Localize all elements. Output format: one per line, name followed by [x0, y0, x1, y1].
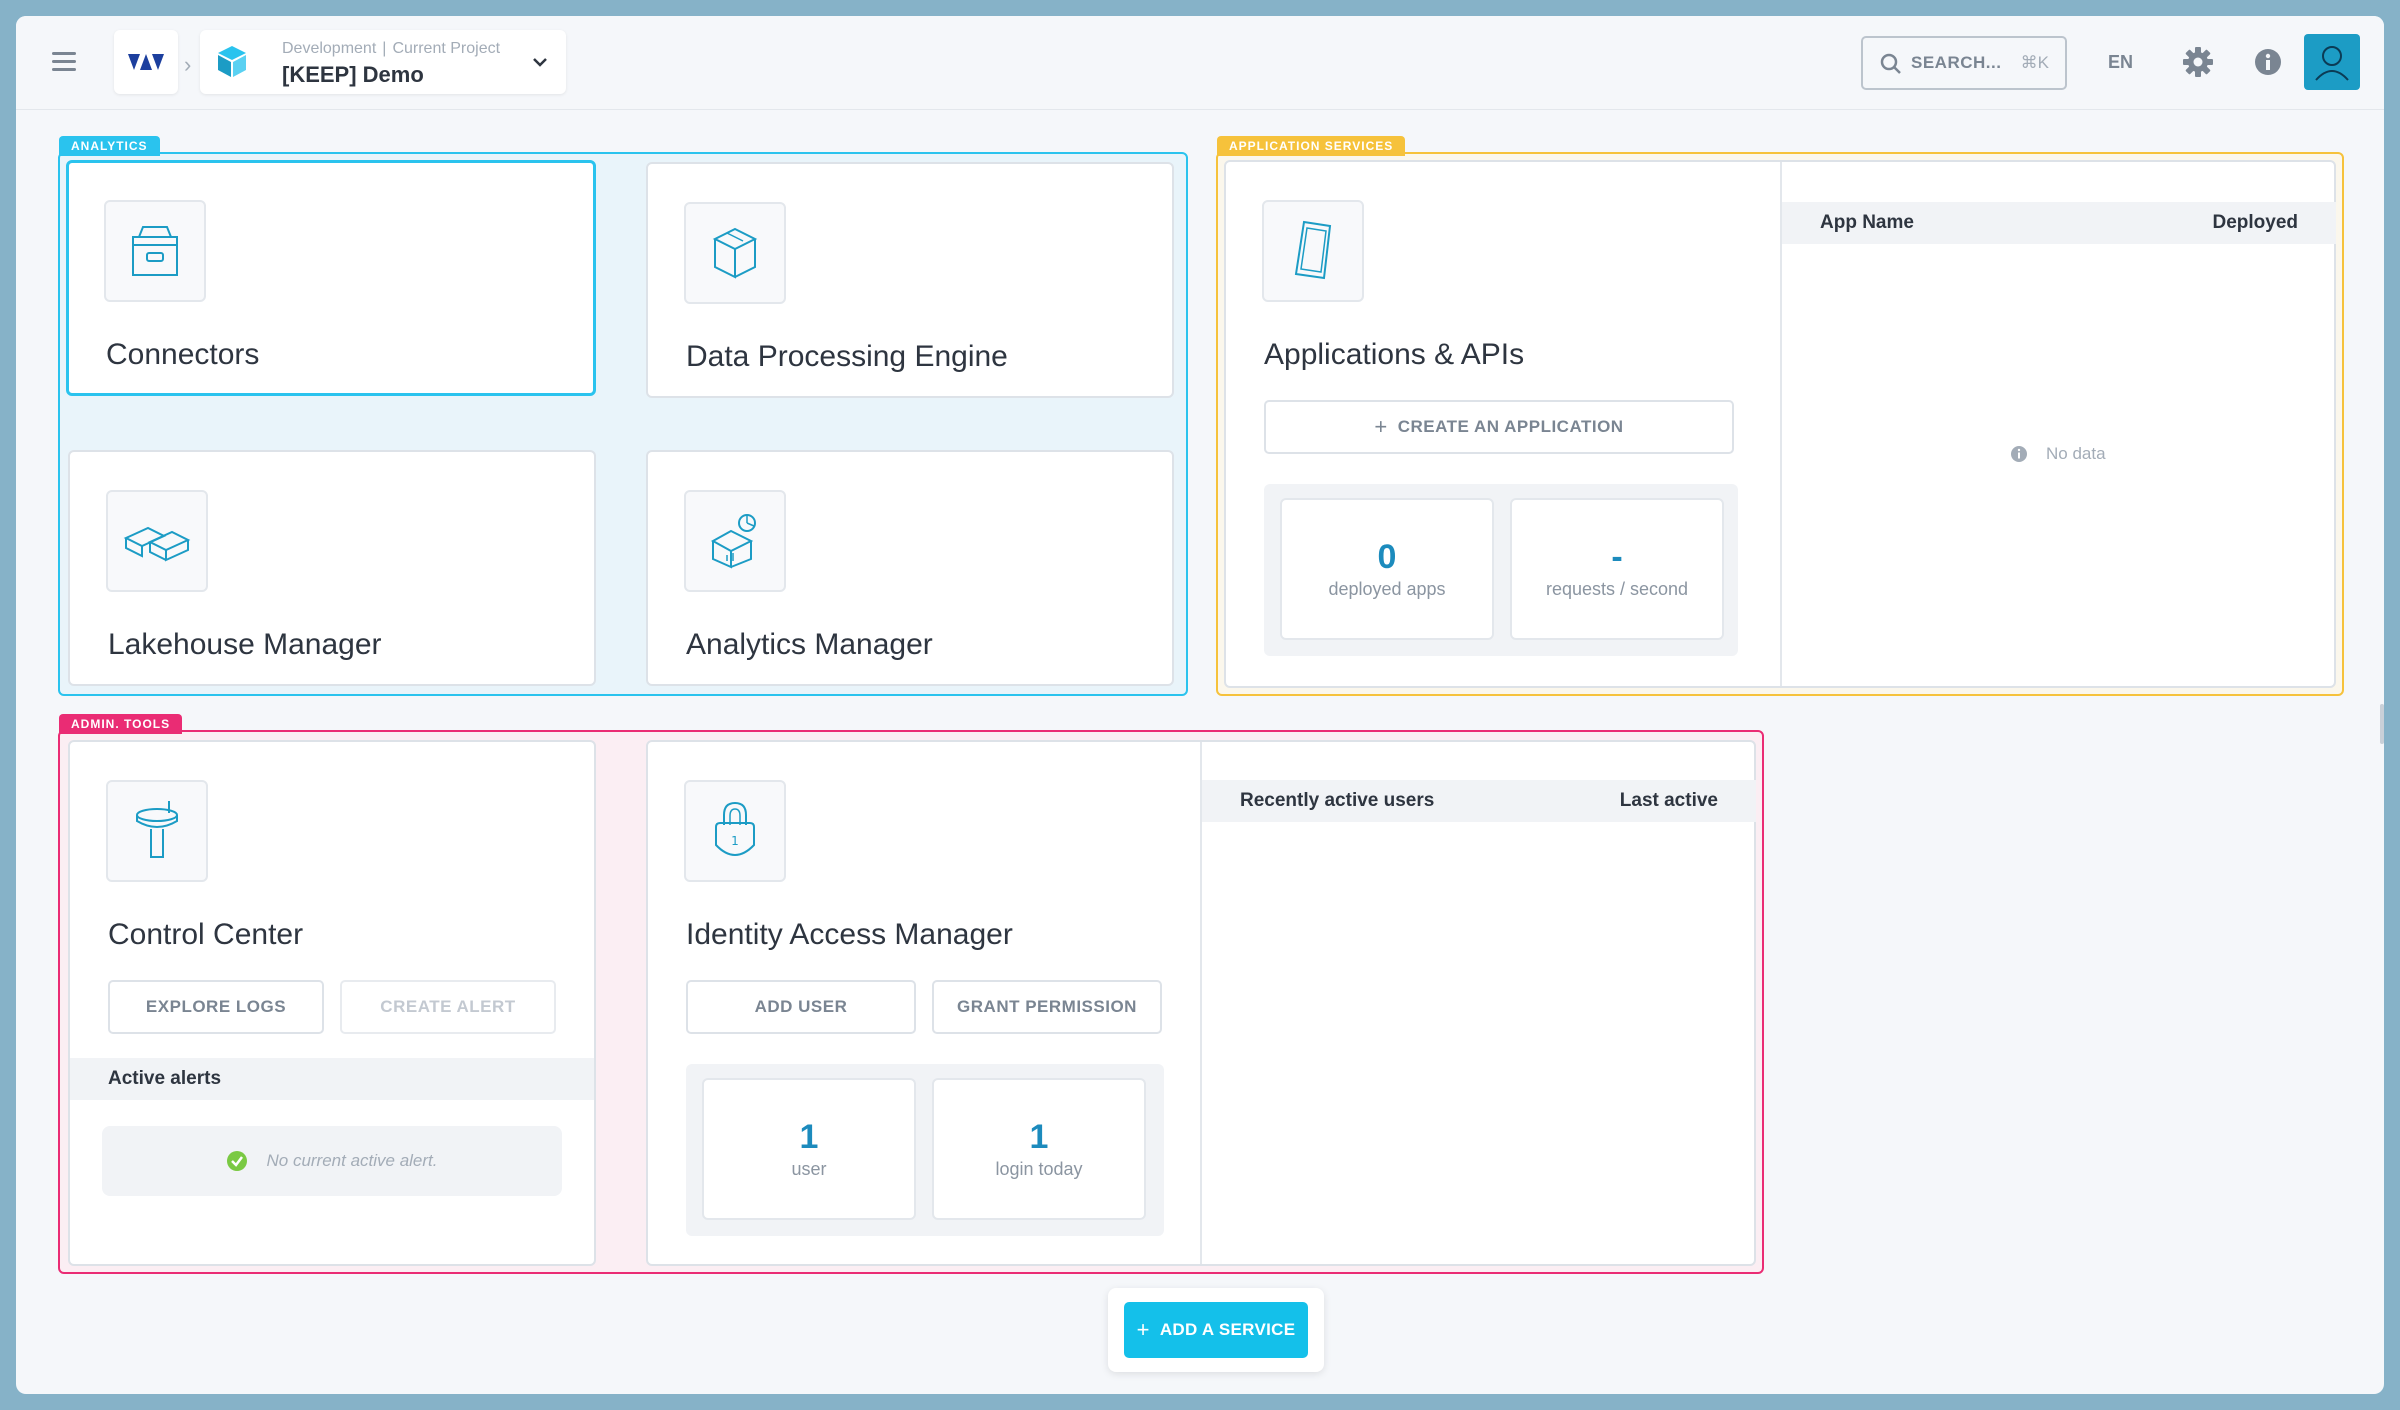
- active-alerts-label: Active alerts: [108, 1068, 222, 1089]
- lakehouse-manager-card[interactable]: Lakehouse Manager: [68, 450, 596, 686]
- tablet-icon: [1294, 220, 1332, 280]
- connectors-title: Connectors: [106, 338, 260, 371]
- control-center-card: Control Center EXPLORE LOGS CREATE ALERT…: [68, 740, 596, 1266]
- environment-label: Development: [282, 40, 377, 57]
- active-users-header: Recently active users Last active: [1202, 780, 1756, 822]
- requests-per-second-value: -: [1611, 538, 1623, 576]
- analytics-manager-title: Analytics Manager: [686, 628, 933, 661]
- app-logo[interactable]: [114, 30, 178, 94]
- deployed-apps-value: 0: [1377, 538, 1397, 576]
- create-application-label: CREATE AN APPLICATION: [1397, 417, 1624, 436]
- create-application-button[interactable]: + CREATE AN APPLICATION: [1264, 400, 1734, 454]
- users-stat: 1 user: [702, 1078, 916, 1220]
- plus-icon: +: [1374, 414, 1388, 439]
- identity-access-manager-card: 1 Identity Access Manager ADD USER GRANT…: [646, 740, 1756, 1266]
- requests-per-second-stat: - requests / second: [1510, 498, 1724, 640]
- analytics-manager-card[interactable]: Analytics Manager: [646, 450, 1174, 686]
- menu-icon[interactable]: [52, 52, 76, 74]
- app-window: › Development | Current Project [KEEP] Dem…: [16, 16, 2384, 1394]
- apps-table-empty: No data: [2010, 444, 2106, 464]
- gear-icon[interactable]: [2182, 46, 2214, 78]
- lamp-icon: [136, 801, 178, 858]
- plus-icon: +: [1136, 1317, 1150, 1342]
- add-service-label: ADD A SERVICE: [1159, 1320, 1296, 1339]
- chevron-right-icon: ›: [184, 52, 192, 77]
- box-icon: [132, 226, 178, 276]
- svg-text:1: 1: [731, 834, 739, 848]
- requests-per-second-label: requests / second: [1545, 579, 1689, 599]
- applications-apis-title: Applications & APIs: [1264, 338, 1525, 371]
- users-value: 1: [799, 1118, 819, 1156]
- data-processing-engine-title: Data Processing Engine: [686, 340, 1008, 373]
- connectors-card[interactable]: Connectors: [66, 160, 596, 396]
- add-service-button[interactable]: + ADD A SERVICE: [1124, 1302, 1308, 1358]
- apps-table: App Name Deployed No data: [1780, 162, 2336, 686]
- application-services-section: APPLICATION SERVICES Applications & APIs…: [1216, 136, 2344, 696]
- scrollbar[interactable]: [2380, 704, 2384, 744]
- analytics-section: ANALYTICS Connectors Data Processing Eng…: [58, 136, 1188, 696]
- admin-tools-section: ADMIN. TOOLS Control Center EXPLORE LOGS…: [58, 714, 1764, 1274]
- search-shortcut: ⌘K: [2020, 53, 2049, 72]
- logo-icon: [128, 54, 164, 70]
- control-center-title: Control Center: [108, 918, 304, 951]
- users-label: user: [791, 1159, 827, 1179]
- iam-stats: 1 user 1 login today: [686, 1064, 1164, 1236]
- top-bar: › Development | Current Project [KEEP] Dem…: [16, 16, 2384, 110]
- project-label: Current Project: [392, 40, 501, 57]
- check-circle-icon: [227, 1151, 248, 1171]
- package-chart-icon: [710, 514, 756, 569]
- boxes-icon: [123, 526, 191, 562]
- search-icon: [1880, 53, 1901, 74]
- deployed-apps-stat: 0 deployed apps: [1280, 498, 1494, 640]
- lock-icon: 1: [715, 801, 755, 856]
- info-icon[interactable]: [2252, 46, 2284, 78]
- data-processing-engine-card[interactable]: Data Processing Engine: [646, 162, 1174, 398]
- search-placeholder: SEARCH...: [1911, 53, 2002, 72]
- language-selector[interactable]: EN: [2108, 52, 2133, 73]
- active-alerts-header: Active alerts: [70, 1058, 594, 1100]
- active-alerts-empty: No current active alert.: [102, 1126, 562, 1196]
- project-name: [KEEP] Demo: [282, 62, 424, 87]
- cubes-icon: [218, 46, 246, 77]
- lakehouse-manager-title: Lakehouse Manager: [108, 628, 382, 661]
- recently-active-users-column: Recently active users: [1240, 790, 1435, 811]
- application-services-tag: APPLICATION SERVICES: [1217, 136, 1406, 156]
- applications-apis-card: Applications & APIs + CREATE AN APPLICAT…: [1224, 160, 2336, 688]
- active-users-table: Recently active users Last active: [1200, 742, 1756, 1264]
- logins-today-value: 1: [1029, 1118, 1049, 1156]
- user-avatar[interactable]: [2304, 34, 2360, 90]
- explore-logs-button[interactable]: EXPLORE LOGS: [108, 980, 324, 1034]
- identity-access-manager-title: Identity Access Manager: [686, 918, 1013, 951]
- app-name-column: App Name: [1820, 212, 1914, 233]
- search-input[interactable]: SEARCH... ⌘K: [1861, 36, 2067, 90]
- no-active-alert-text: No current active alert.: [266, 1151, 438, 1170]
- chevron-down-icon: [533, 58, 547, 67]
- logins-today-stat: 1 login today: [932, 1078, 1146, 1220]
- cube-icon: [712, 227, 758, 279]
- last-active-column: Last active: [1619, 790, 1718, 811]
- grant-permission-button[interactable]: GRANT PERMISSION: [932, 980, 1162, 1034]
- add-user-button[interactable]: ADD USER: [686, 980, 916, 1034]
- create-alert-button[interactable]: CREATE ALERT: [340, 980, 556, 1034]
- add-service-container: + ADD A SERVICE: [1108, 1288, 1324, 1372]
- admin-tools-tag: ADMIN. TOOLS: [59, 714, 183, 734]
- analytics-tag: ANALYTICS: [59, 136, 160, 156]
- user-icon: [2315, 46, 2349, 81]
- no-data-text: No data: [2046, 444, 2106, 463]
- logins-today-label: login today: [995, 1159, 1083, 1179]
- apps-table-header: App Name Deployed: [1782, 202, 2336, 244]
- app-stats: 0 deployed apps - requests / second: [1264, 484, 1738, 656]
- project-selector[interactable]: Development | Current Project [KEEP] Demo: [200, 30, 566, 94]
- deployed-apps-label: deployed apps: [1328, 579, 1446, 599]
- deployed-column: Deployed: [2212, 212, 2298, 233]
- info-icon: [2011, 446, 2027, 462]
